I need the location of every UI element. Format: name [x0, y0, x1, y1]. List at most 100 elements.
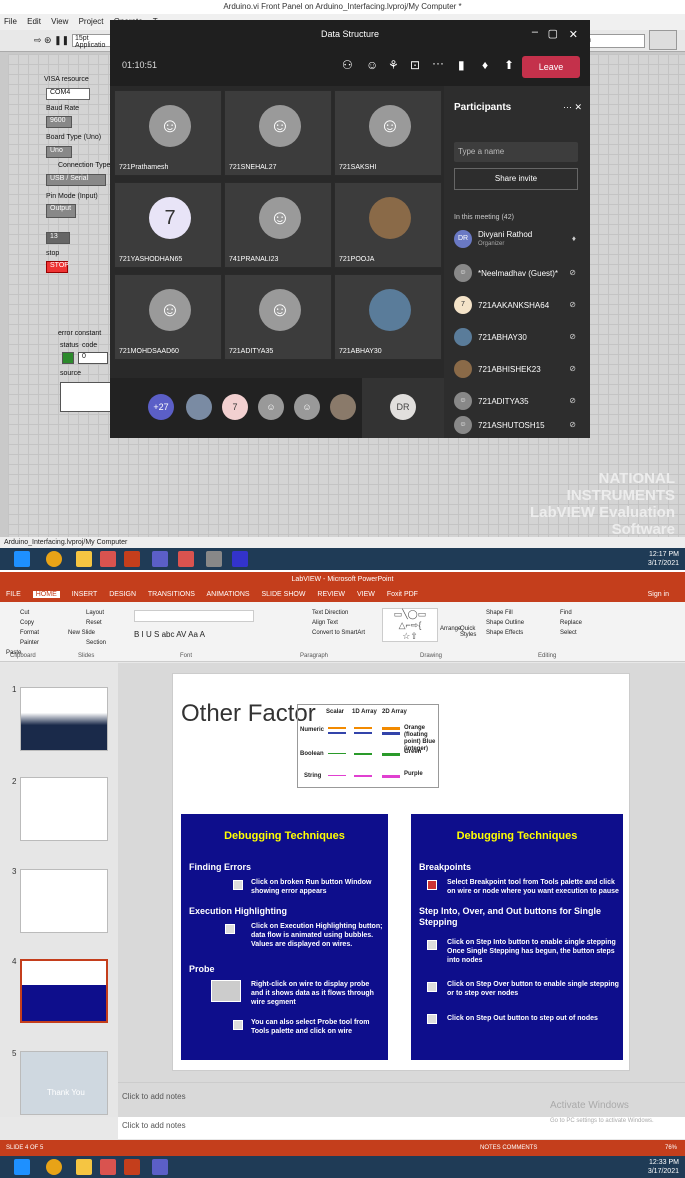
zoom-icon[interactable]: [232, 551, 248, 567]
tab-home[interactable]: HOME: [32, 591, 60, 598]
section-button[interactable]: Section: [68, 638, 118, 648]
tab-design[interactable]: DESIGN: [109, 591, 136, 598]
leave-button[interactable]: Leave: [522, 56, 580, 78]
conn-select[interactable]: USB / Serial: [46, 174, 106, 186]
maximize-icon[interactable]: ▢: [548, 27, 558, 40]
participant-item[interactable]: DR Divyani Rathod Organizer ♦: [454, 226, 582, 256]
tile-8[interactable]: ☺ 721ADITYA35: [224, 274, 332, 360]
slide-thumb-4[interactable]: [20, 959, 108, 1023]
reactions-icon[interactable]: ⚘: [388, 58, 399, 72]
menu-project[interactable]: Project: [79, 17, 104, 26]
windows-start-icon[interactable]: [14, 551, 30, 567]
tile-3[interactable]: ☺ 721SAKSHI: [334, 90, 442, 176]
strip-avatar[interactable]: ☺: [294, 394, 320, 420]
signin-link[interactable]: Sign in: [648, 588, 669, 602]
participant-search[interactable]: Type a name: [454, 142, 578, 162]
zoom-level[interactable]: 76%: [665, 1140, 677, 1156]
overflow-count[interactable]: +27: [148, 394, 174, 420]
tab-view[interactable]: VIEW: [357, 591, 375, 598]
format-painter-button[interactable]: Format Painter: [6, 628, 56, 648]
minimize-icon[interactable]: –: [532, 26, 538, 38]
slide[interactable]: Other Factor Scalar 1D Array 2D Array Nu…: [172, 673, 630, 1071]
participant-item[interactable]: ☺ 721ASHUTOSH15 ⊘: [454, 412, 582, 442]
notes-placeholder[interactable]: Click to add notes: [122, 1092, 186, 1101]
reset-button[interactable]: Reset: [68, 618, 118, 628]
labview-icon[interactable]: [100, 1159, 116, 1175]
notes-comments-buttons[interactable]: NOTES COMMENTS: [480, 1140, 537, 1156]
stop-button[interactable]: STOP: [46, 261, 69, 273]
tile-1[interactable]: ☺ 721Prathamesh: [114, 90, 222, 176]
tile-5[interactable]: ☺ 741PRANALI23: [224, 182, 332, 268]
tab-foxit[interactable]: Foxit PDF: [387, 591, 418, 598]
app-icon[interactable]: [206, 551, 222, 567]
mic-icon[interactable]: ♦: [482, 58, 488, 72]
powerpoint-icon[interactable]: [124, 1159, 140, 1175]
tab-file[interactable]: FILE: [6, 591, 21, 598]
tab-review[interactable]: REVIEW: [317, 591, 345, 598]
chrome-icon[interactable]: [46, 551, 62, 567]
panel-close-icon[interactable]: ··· ✕: [563, 102, 582, 113]
run-arrow-icon[interactable]: ⇨ ⊛ ❚❚: [34, 35, 69, 46]
menu-edit[interactable]: Edit: [27, 17, 41, 26]
chat-icon[interactable]: ☺: [366, 58, 378, 72]
share-icon[interactable]: ⬆: [504, 58, 514, 72]
shape-outline-button[interactable]: Shape Outline: [486, 618, 550, 628]
tile-6[interactable]: 721POOJA: [334, 182, 442, 268]
labview-icon[interactable]: [100, 551, 116, 567]
tab-animations[interactable]: ANIMATIONS: [207, 591, 250, 598]
arrange-button[interactable]: Arrange: [440, 626, 461, 632]
participant-item[interactable]: 721ABHISHEK23 ⊘: [454, 356, 582, 386]
participant-item[interactable]: 721ABHAY30 ⊘: [454, 324, 582, 354]
participants-icon[interactable]: ⚇: [342, 58, 353, 72]
tab-insert[interactable]: INSERT: [72, 591, 98, 598]
quick-styles-button[interactable]: Quick Styles: [460, 626, 484, 638]
new-slide-button[interactable]: New Slide: [68, 628, 118, 638]
shapes-gallery[interactable]: ▭╲◯▭ △⌐⇨{☆⇧: [382, 608, 438, 642]
rooms-icon[interactable]: ⊡: [410, 58, 420, 72]
more-icon[interactable]: ···: [432, 56, 444, 70]
close-icon[interactable]: ✕: [569, 28, 578, 41]
font-selector[interactable]: 15pt Applicatio: [72, 34, 112, 49]
tile-7[interactable]: ☺ 721MOHDSAAD60: [114, 274, 222, 360]
replace-button[interactable]: Replace: [560, 618, 620, 628]
chrome-icon[interactable]: [46, 1159, 62, 1175]
menu-view[interactable]: View: [51, 17, 68, 26]
text-direction-button[interactable]: Text Direction: [312, 608, 382, 618]
code-input[interactable]: 0: [78, 352, 108, 364]
font-box[interactable]: [134, 610, 254, 622]
strip-avatar[interactable]: [330, 394, 356, 420]
strip-avatar[interactable]: ☺: [258, 394, 284, 420]
pin-number-input[interactable]: 13: [46, 232, 70, 244]
shape-effects-button[interactable]: Shape Effects: [486, 628, 550, 638]
strip-avatar[interactable]: [186, 394, 212, 420]
select-button[interactable]: Select: [560, 628, 620, 638]
participant-item[interactable]: 7 721AAKANKSHA64 ⊘: [454, 292, 582, 322]
layout-button[interactable]: Layout: [68, 608, 118, 618]
tile-9[interactable]: 721ABHAY30: [334, 274, 442, 360]
strip-avatar[interactable]: 7: [222, 394, 248, 420]
vi-icon[interactable]: [178, 551, 194, 567]
slide-thumb-1[interactable]: [20, 687, 108, 751]
status-indicator[interactable]: [62, 352, 74, 364]
visa-select[interactable]: COM4: [46, 88, 90, 100]
folder-icon[interactable]: [76, 551, 92, 567]
camera-icon[interactable]: ▮: [458, 58, 465, 72]
slide-thumb-3[interactable]: [20, 869, 108, 933]
slide-thumb-5[interactable]: Thank You: [20, 1051, 108, 1115]
find-button[interactable]: Find: [560, 608, 620, 618]
teams-icon[interactable]: [152, 551, 168, 567]
participant-item[interactable]: ☺ *Neelmadhav (Guest)* ⊘: [454, 260, 582, 290]
menu-file[interactable]: File: [4, 17, 17, 26]
tab-transitions[interactable]: TRANSITIONS: [148, 591, 195, 598]
baud-input[interactable]: 9600: [46, 116, 72, 128]
tab-slideshow[interactable]: SLIDE SHOW: [262, 591, 306, 598]
tile-2[interactable]: ☺ 721SNEHAL27: [224, 90, 332, 176]
slide-thumb-2[interactable]: [20, 777, 108, 841]
share-invite-button[interactable]: Share invite: [454, 168, 578, 190]
board-select[interactable]: Uno: [46, 146, 72, 158]
pin-select[interactable]: Output: [46, 204, 76, 218]
teams-icon[interactable]: [152, 1159, 168, 1175]
copy-button[interactable]: Copy: [6, 618, 56, 628]
convert-smartart-button[interactable]: Convert to SmartArt: [312, 628, 382, 638]
font-format-icons[interactable]: B I U S abc AV Aa A: [134, 630, 205, 639]
